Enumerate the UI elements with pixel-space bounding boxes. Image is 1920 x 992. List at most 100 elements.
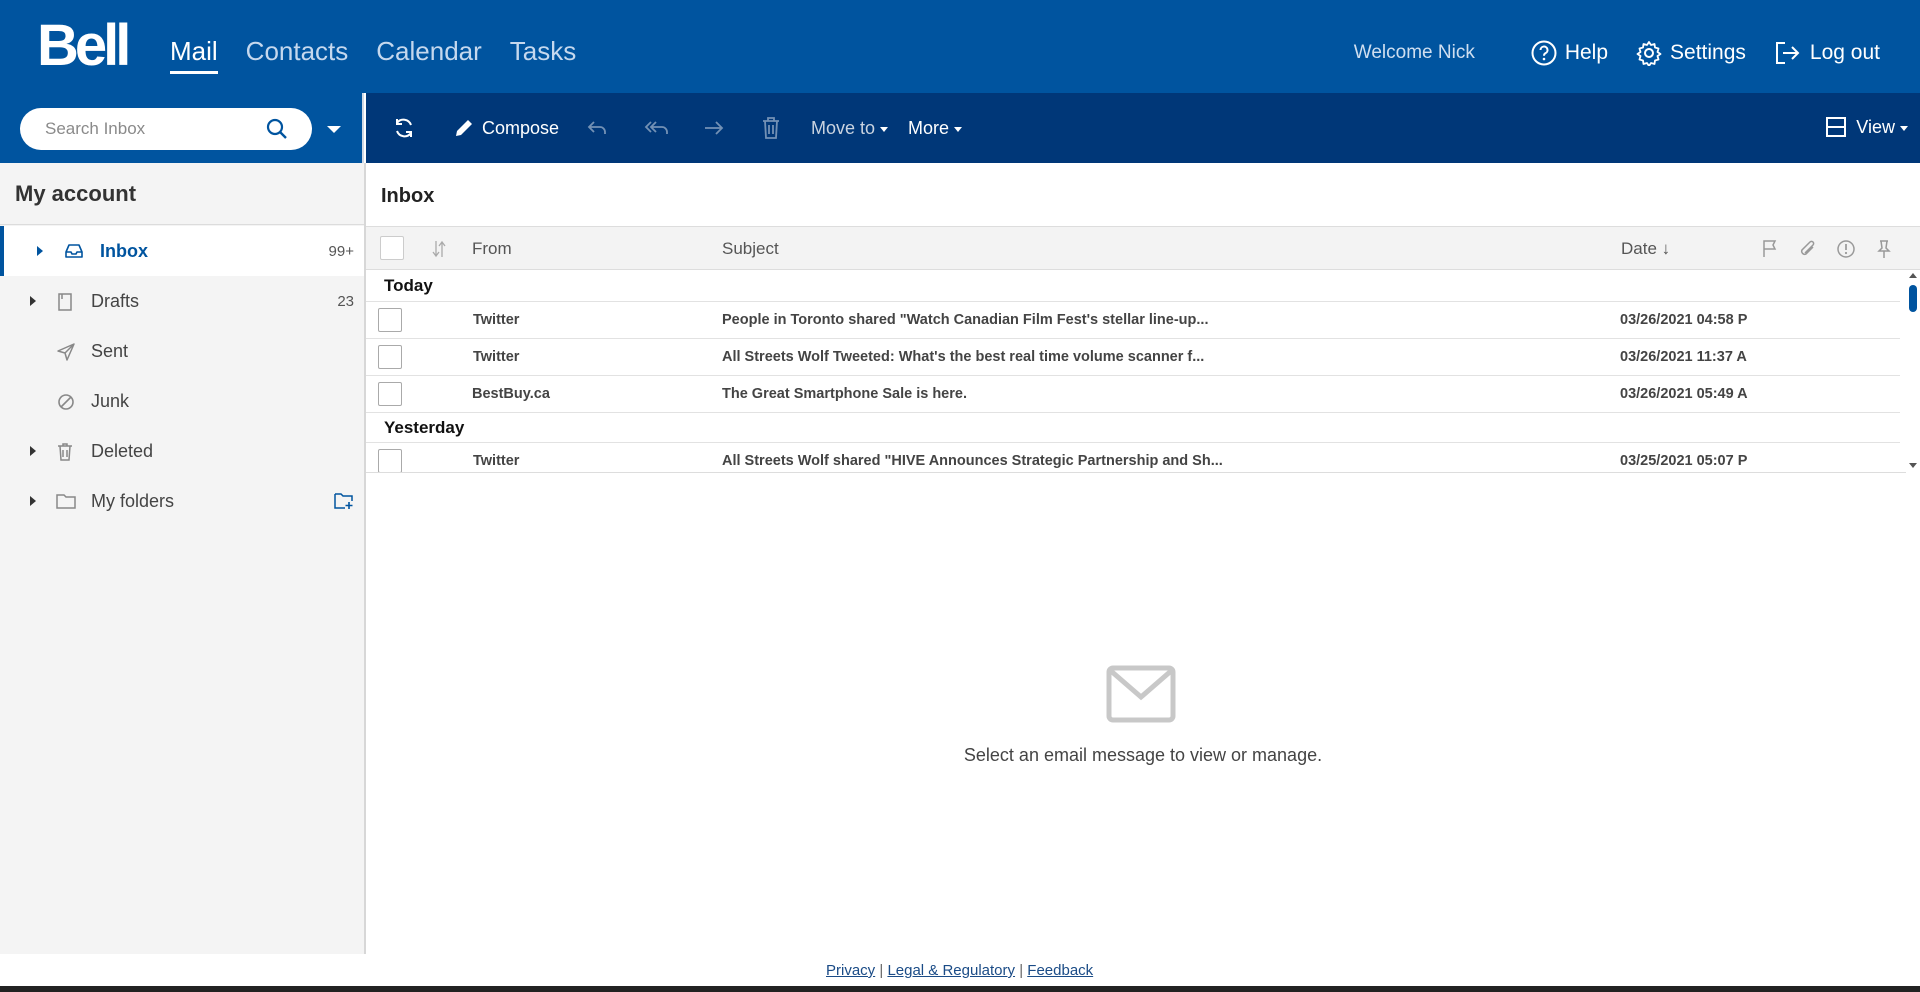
account-title: My account bbox=[15, 181, 137, 206]
reply-all-icon bbox=[644, 121, 668, 134]
table-row[interactable]: Twitter All Streets Wolf Tweeted: What's… bbox=[366, 338, 1900, 375]
taskbar-edge bbox=[0, 986, 1920, 992]
table-row[interactable]: BestBuy.ca The Great Smartphone Sale is … bbox=[366, 375, 1900, 412]
user-menu: Welcome Nick Help Settings Log out bbox=[1354, 36, 1880, 70]
expand-arrow-icon[interactable] bbox=[30, 296, 36, 306]
search-input[interactable] bbox=[45, 119, 255, 139]
row-date: 03/26/2021 04:58 P bbox=[1620, 312, 1748, 328]
thread-sort-icon[interactable] bbox=[432, 239, 446, 259]
forward-button[interactable] bbox=[702, 116, 726, 140]
sidebar-item-inbox[interactable]: Inbox 99+ bbox=[0, 226, 364, 276]
chevron-down-icon bbox=[1900, 125, 1908, 131]
logout-link[interactable]: Log out bbox=[1774, 40, 1880, 66]
sidebar-item-sent[interactable]: Sent bbox=[0, 326, 364, 376]
nav-calendar[interactable]: Calendar bbox=[376, 34, 482, 74]
scroll-up-icon[interactable] bbox=[1909, 273, 1917, 278]
help-icon bbox=[1531, 40, 1557, 66]
sidebar-item-my-folders[interactable]: My folders bbox=[0, 476, 364, 526]
row-subject: All Streets Wolf shared "HIVE Announces … bbox=[722, 453, 1223, 469]
sidebar-item-deleted[interactable]: Deleted bbox=[0, 426, 364, 476]
row-date: 03/26/2021 11:37 A bbox=[1620, 349, 1747, 365]
table-row[interactable]: Twitter People in Toronto shared "Watch … bbox=[366, 301, 1900, 338]
scroll-thumb[interactable] bbox=[1909, 285, 1917, 312]
sidebar-item-drafts[interactable]: Drafts 23 bbox=[0, 276, 364, 326]
layout-icon bbox=[1826, 117, 1847, 137]
bell-logo[interactable]: Bell bbox=[37, 16, 131, 76]
column-subject[interactable]: Subject bbox=[722, 239, 779, 259]
search-icon[interactable] bbox=[266, 118, 288, 140]
chevron-down-icon bbox=[954, 127, 963, 132]
sidebar-item-label: Sent bbox=[91, 340, 129, 361]
forward-icon bbox=[705, 121, 724, 135]
settings-label: Settings bbox=[1670, 41, 1746, 64]
legal-link[interactable]: Legal & Regulatory bbox=[887, 962, 1015, 979]
help-link[interactable]: Help bbox=[1531, 40, 1608, 66]
row-from: Twitter bbox=[473, 453, 520, 469]
nav-mail[interactable]: Mail bbox=[170, 34, 218, 74]
attachment-icon[interactable] bbox=[1798, 239, 1818, 259]
folder-sidebar: My account Inbox 99+ Drafts 23 Sent Junk… bbox=[0, 163, 366, 954]
pencil-icon bbox=[456, 120, 472, 136]
group-separator: Yesterday bbox=[366, 412, 1900, 442]
main-nav: Mail Contacts Calendar Tasks bbox=[170, 34, 604, 74]
top-header: Bell Mail Contacts Calendar Tasks Welcom… bbox=[0, 0, 1920, 93]
reply-all-button[interactable] bbox=[642, 116, 670, 140]
sent-icon bbox=[57, 343, 75, 361]
table-row[interactable]: Twitter All Streets Wolf shared "HIVE An… bbox=[366, 442, 1900, 472]
nav-tasks[interactable]: Tasks bbox=[510, 34, 576, 74]
sidebar-item-junk[interactable]: Junk bbox=[0, 376, 364, 426]
help-label: Help bbox=[1564, 41, 1609, 64]
view-dropdown[interactable]: View bbox=[1825, 116, 1908, 138]
reply-icon bbox=[587, 121, 606, 134]
new-folder-icon[interactable] bbox=[334, 492, 354, 510]
list-scrollbar[interactable] bbox=[1906, 270, 1920, 473]
sidebar-item-label: My folders bbox=[91, 490, 175, 511]
junk-icon bbox=[58, 394, 74, 410]
settings-link[interactable]: Settings bbox=[1636, 40, 1746, 66]
flag-icon[interactable] bbox=[1761, 239, 1779, 259]
nav-contacts[interactable]: Contacts bbox=[246, 34, 349, 74]
expand-arrow-icon[interactable] bbox=[30, 496, 36, 506]
sidebar-item-label: Junk bbox=[91, 390, 130, 411]
row-from: BestBuy.ca bbox=[472, 386, 550, 402]
row-subject: The Great Smartphone Sale is here. bbox=[722, 386, 967, 402]
reply-button[interactable] bbox=[585, 116, 609, 140]
priority-icon[interactable] bbox=[1836, 239, 1856, 259]
expand-arrow-icon[interactable] bbox=[37, 246, 43, 256]
row-date: 03/25/2021 05:07 P bbox=[1620, 453, 1748, 469]
inbox-icon bbox=[65, 244, 83, 258]
pin-icon[interactable] bbox=[1876, 239, 1892, 259]
compose-button[interactable]: Compose bbox=[452, 116, 559, 140]
logout-label: Log out bbox=[1809, 41, 1880, 64]
column-date[interactable]: Date ↓ bbox=[1621, 239, 1670, 259]
row-checkbox[interactable] bbox=[378, 382, 402, 406]
chevron-down-icon bbox=[880, 127, 889, 132]
row-checkbox[interactable] bbox=[378, 449, 402, 472]
move-to-dropdown[interactable]: Move to bbox=[811, 118, 889, 139]
empty-reading-pane-message: Select an email message to view or manag… bbox=[963, 745, 1323, 765]
refresh-button[interactable] bbox=[392, 116, 416, 140]
column-from[interactable]: From bbox=[472, 239, 512, 259]
delete-button[interactable] bbox=[759, 115, 783, 141]
move-to-label: Move to bbox=[811, 118, 876, 138]
feedback-link[interactable]: Feedback bbox=[1027, 962, 1093, 979]
sidebar-item-label: Inbox bbox=[100, 240, 148, 261]
divider bbox=[0, 224, 364, 225]
row-checkbox[interactable] bbox=[378, 308, 402, 332]
row-subject: People in Toronto shared "Watch Canadian… bbox=[722, 312, 1209, 328]
list-header: From Subject Date ↓ bbox=[366, 226, 1920, 270]
select-all-checkbox[interactable] bbox=[380, 236, 404, 260]
row-checkbox[interactable] bbox=[378, 345, 402, 369]
folder-icon bbox=[56, 494, 76, 509]
item-count: 23 bbox=[337, 292, 354, 310]
search-options-dropdown[interactable] bbox=[327, 126, 341, 133]
welcome-text: Welcome Nick bbox=[1353, 42, 1475, 63]
logout-icon bbox=[1775, 42, 1800, 64]
row-from: Twitter bbox=[473, 349, 520, 365]
sidebar-item-label: Drafts bbox=[91, 290, 140, 311]
scroll-down-icon[interactable] bbox=[1909, 463, 1917, 468]
expand-arrow-icon[interactable] bbox=[30, 446, 36, 456]
envelope-icon bbox=[1106, 665, 1176, 723]
more-dropdown[interactable]: More bbox=[908, 118, 963, 139]
privacy-link[interactable]: Privacy bbox=[826, 962, 875, 979]
